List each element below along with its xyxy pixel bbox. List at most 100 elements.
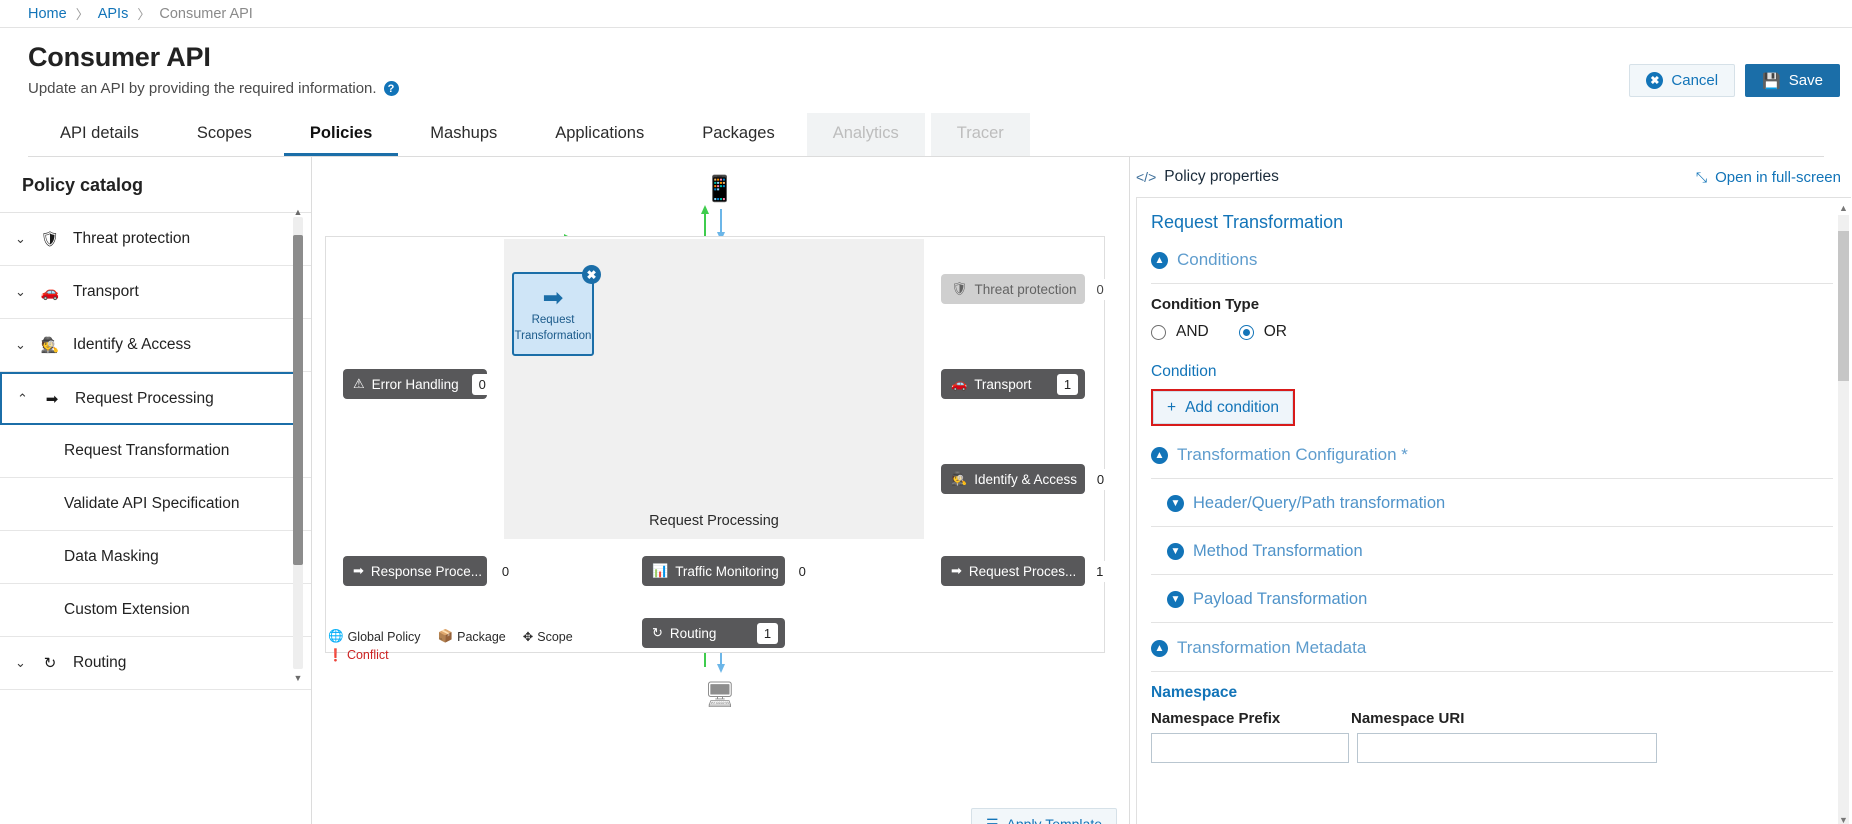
scroll-up-icon[interactable]: ▲ — [293, 207, 303, 217]
sidebar-item-threat-protection[interactable]: ⌄ 🛡 Threat protection — [0, 213, 311, 266]
condition-label: Condition — [1151, 363, 1217, 380]
namespace-uri-input[interactable] — [1357, 733, 1657, 763]
namespace-prefix-input[interactable] — [1151, 733, 1349, 763]
node-label: Error Handling — [371, 376, 459, 392]
node-count-badge: 1 — [757, 622, 778, 644]
radio-or[interactable]: OR — [1238, 323, 1287, 341]
namespace-column-headers: Namespace Prefix Namespace URI — [1151, 710, 1833, 727]
section-transformation-configuration[interactable]: ▲ Transformation Configuration * — [1151, 442, 1833, 468]
tab-applications[interactable]: Applications — [529, 113, 670, 156]
refresh-icon: ↻ — [652, 625, 663, 640]
policy-properties-scrollbar[interactable]: ▲ ▼ — [1838, 203, 1849, 824]
sidebar-item-label: Transport — [73, 283, 139, 300]
radio-and[interactable]: AND — [1151, 323, 1209, 341]
breadcrumb-separator-2: 〉 — [137, 7, 151, 22]
subsection-payload-transformation[interactable]: ▼ Payload Transformation — [1151, 587, 1833, 612]
policy-title: Request Transformation — [1151, 212, 1344, 232]
node-count-badge: 1 — [1057, 373, 1078, 395]
node-transport[interactable]: 🚗 Transport 1 — [941, 369, 1085, 399]
sidebar-item-routing[interactable]: ⌄ ↻ Routing — [0, 637, 311, 690]
section-label: Transformation Configuration * — [1177, 445, 1408, 464]
policy-properties-scrollbar-thumb[interactable] — [1838, 231, 1849, 381]
sidebar-item-identify-access[interactable]: ⌄ 🕵 Identify & Access — [0, 319, 311, 372]
legend-label: Global Policy — [347, 629, 421, 644]
section-transformation-metadata[interactable]: ▲ Transformation Metadata — [1151, 635, 1833, 661]
save-button[interactable]: 💾 Save — [1745, 64, 1840, 97]
section-label: Conditions — [1177, 250, 1258, 269]
node-request-processing[interactable]: ➡ Request Proces... 1 — [941, 556, 1111, 586]
sidebar-subitem-custom-extension[interactable]: Custom Extension — [0, 584, 311, 637]
server-endpoint-icon: 🖥 — [704, 681, 736, 709]
list-icon: ☰ — [985, 815, 999, 824]
node-response-processing[interactable]: ➡ Response Proce... 0 — [343, 556, 516, 586]
node-count-badge: 1 — [1089, 560, 1111, 582]
subsection-label: Payload Transformation — [1193, 590, 1368, 608]
breadcrumb-apis[interactable]: APIs — [98, 6, 129, 22]
sidebar-scrollbar[interactable]: ▲ ▼ — [293, 207, 303, 683]
namespace-uri-header: Namespace URI — [1351, 710, 1465, 727]
node-count-badge: 0 — [494, 560, 516, 582]
sidebar-item-request-processing[interactable]: ⌃ ➡ Request Processing — [0, 372, 296, 425]
sidebar-subitem-request-transformation[interactable]: Request Transformation — [0, 425, 311, 478]
scroll-down-icon[interactable]: ▼ — [1838, 815, 1849, 824]
radio-or-label: OR — [1263, 323, 1287, 340]
node-identify-access[interactable]: 🕵 Identify & Access 0 — [941, 464, 1111, 494]
header-actions: ✖ Cancel 💾 Save — [1629, 64, 1840, 97]
node-label: Traffic Monitoring — [675, 563, 779, 579]
arrow-out-icon: ➡ — [353, 563, 364, 578]
radio-button-and[interactable] — [1151, 324, 1166, 340]
scroll-down-icon[interactable]: ▼ — [293, 673, 303, 683]
tab-api-details[interactable]: API details — [34, 113, 165, 156]
tab-mashups[interactable]: Mashups — [404, 113, 523, 156]
canvas-legend: 🌐 Global Policy 📦 Package ✥ Scope ❗ Conf… — [328, 629, 573, 662]
sidebar-subitem-validate-api-specification[interactable]: Validate API Specification — [0, 478, 311, 531]
globe-icon: 🌐 — [328, 629, 344, 643]
sidebar-item-label: Threat protection — [73, 230, 191, 247]
radio-button-or[interactable] — [1238, 324, 1254, 340]
node-label: Routing — [669, 625, 717, 641]
remove-policy-icon[interactable]: ✖ — [582, 265, 601, 284]
page-title: Consumer API — [28, 42, 211, 72]
breadcrumb-home[interactable]: Home — [28, 6, 67, 22]
policy-properties-header: </> Policy properties ⤡ Open in full-scr… — [1130, 157, 1851, 197]
node-threat-protection: 🛡 Threat protection 0 — [941, 274, 1111, 304]
page-subtitle-row: Update an API by providing the required … — [28, 80, 1824, 97]
node-label: Request Proces... — [968, 563, 1077, 579]
arrow-into-icon: ➡ — [542, 283, 564, 312]
legend-label: Scope — [537, 629, 573, 644]
node-traffic-monitoring[interactable]: 📊 Traffic Monitoring 0 — [642, 556, 813, 586]
subsection-method-transformation[interactable]: ▼ Method Transformation — [1151, 539, 1833, 564]
breadcrumb: Home 〉 APIs 〉 Consumer API — [0, 0, 1852, 28]
open-in-full-screen-button[interactable]: ⤡ Open in full-screen — [1696, 169, 1841, 186]
chevron-up-icon: ⌃ — [17, 390, 28, 406]
chevron-up-circle-icon: ▲ — [1151, 639, 1168, 657]
tab-policies[interactable]: Policies — [283, 113, 399, 156]
sidebar-item-label: Request Processing — [75, 389, 214, 407]
help-icon[interactable]: ? — [383, 81, 399, 96]
tab-scopes[interactable]: Scopes — [171, 113, 278, 156]
sidebar-scrollbar-thumb[interactable] — [293, 235, 303, 565]
cancel-button-label: Cancel — [1671, 72, 1719, 89]
sidebar-item-transport[interactable]: ⌄ 🚗 Transport — [0, 266, 311, 319]
sidebar-collapse-button[interactable]: « — [268, 819, 275, 824]
node-error-handling[interactable]: ⚠ Error Handling 0 — [343, 369, 493, 399]
node-label: Threat protection — [974, 281, 1077, 297]
sidebar-subitem-data-masking[interactable]: Data Masking — [0, 531, 311, 584]
scroll-up-icon[interactable]: ▲ — [1838, 203, 1849, 213]
scope-icon: ✥ — [522, 630, 534, 644]
request-transformation-card[interactable]: ➡ Request Transformation ✖ — [512, 265, 601, 356]
policy-category-list: ⌄ 🛡 Threat protection ⌄ 🚗 Transport ⌄ 🕵 … — [0, 213, 311, 690]
subsection-header-query-path-transformation[interactable]: ▼ Header/Query/Path transformation — [1151, 491, 1833, 516]
add-condition-button[interactable]: + Add condition — [1153, 391, 1293, 424]
sidebar-title: Policy catalog — [0, 157, 311, 213]
node-routing[interactable]: ↻ Routing 1 — [642, 618, 785, 648]
page-header: Consumer API Update an API by providing … — [0, 28, 1852, 157]
close-icon: ✖ — [1646, 72, 1664, 89]
apply-template-button[interactable]: ☰ Apply Template — [970, 808, 1117, 824]
subsection-label: Method Transformation — [1193, 542, 1363, 560]
cancel-button[interactable]: ✖ Cancel — [1629, 64, 1736, 97]
tab-packages[interactable]: Packages — [676, 113, 800, 156]
bar-chart-icon: 📊 — [652, 563, 669, 578]
section-conditions[interactable]: ▲ Conditions — [1151, 247, 1833, 273]
legend-conflict: ❗ Conflict — [328, 648, 573, 662]
